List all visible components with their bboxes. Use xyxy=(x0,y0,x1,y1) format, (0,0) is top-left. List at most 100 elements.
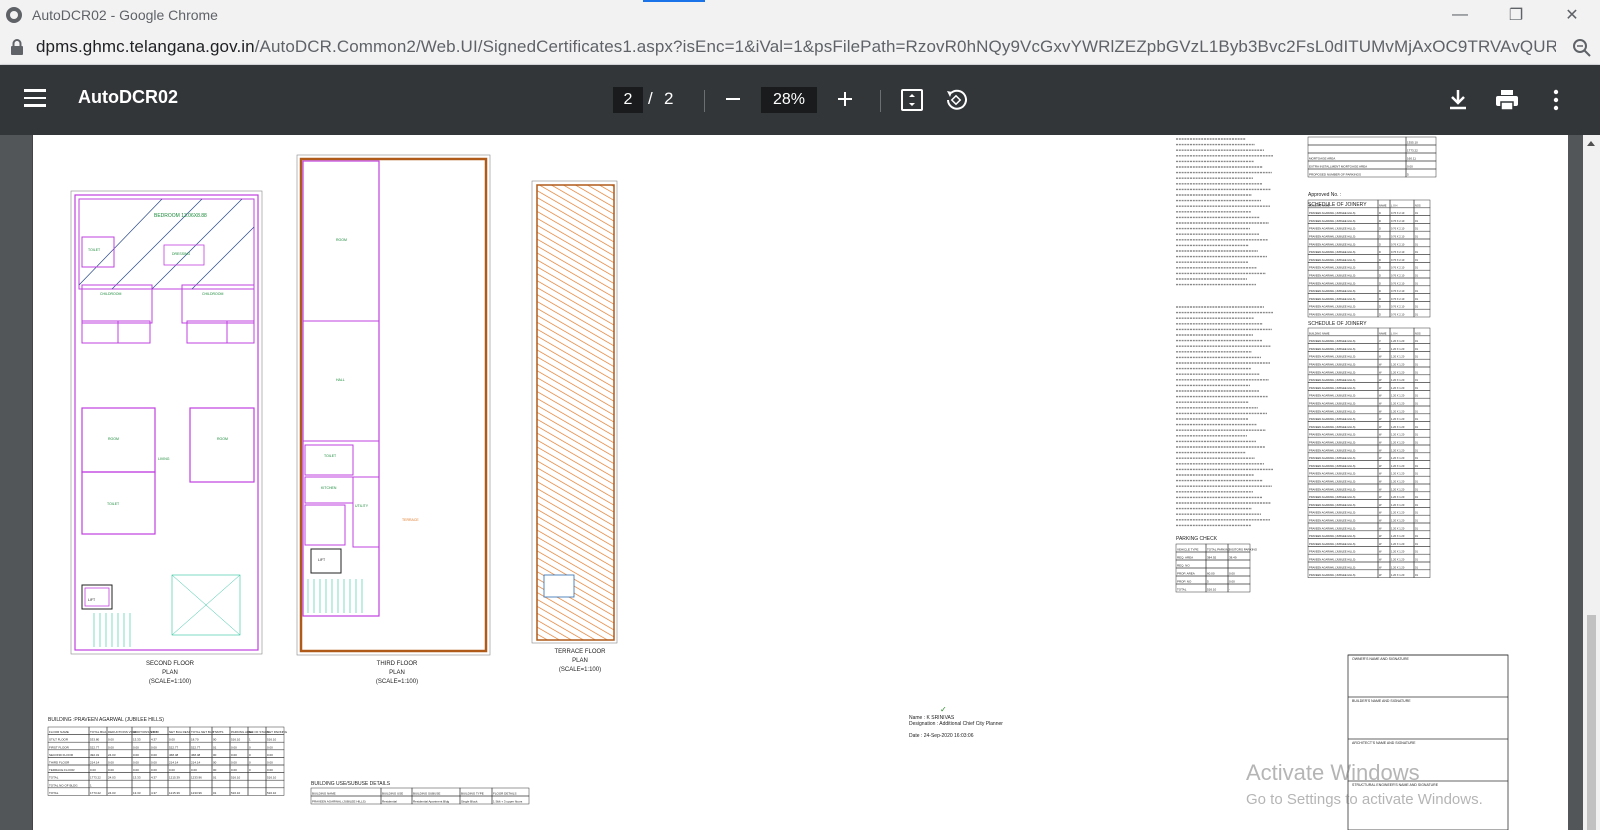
parking-table-cell: 0.00 xyxy=(1229,572,1235,576)
joinery-cell: PRAVEEN AGARWAL (JUBILEE HILLS) xyxy=(1309,235,1356,239)
area-table-cell: 13.33 xyxy=(133,738,141,742)
joinery-cell: PRAVEEN AGARWAL (JUBILEE HILLS) xyxy=(1309,495,1356,499)
joinery-cell: PRAVEEN AGARWAL (JUBILEE HILLS) xyxy=(1309,480,1356,484)
joinery-cell: NAME xyxy=(1379,203,1387,207)
zoom-level-input[interactable]: 28% xyxy=(761,87,817,113)
joinery-cell: 1.20 X 1.20 xyxy=(1391,550,1405,554)
joinery-cell: D xyxy=(1379,305,1381,309)
joinery-cell: PRAVEEN AGARWAL (JUBILEE HILLS) xyxy=(1309,402,1356,406)
parking-table-cell: TOTAL PARKING xyxy=(1207,548,1231,552)
svg-text:TOILET: TOILET xyxy=(324,454,337,458)
zoom-icon[interactable] xyxy=(1572,38,1592,58)
svg-text:(SCALE=1:100): (SCALE=1:100) xyxy=(559,667,601,673)
area-table-cell: 522.77 xyxy=(90,745,100,749)
joinery-cell: PRAVEEN AGARWAL (JUBILEE HILLS) xyxy=(1309,386,1356,390)
joinery-cell: 01 xyxy=(1415,409,1418,413)
page-number-input[interactable]: 2 xyxy=(613,87,643,113)
scrollbar-thumb[interactable] xyxy=(1587,615,1596,830)
summary-table-cell: 0.00 xyxy=(1407,165,1413,169)
joinery-cell: 1.20 X 1.20 xyxy=(1391,363,1405,367)
third-floor-plan: ROOM HALL TOILET KITCHEN UTILITY LIFT TE… xyxy=(296,154,491,685)
joinery-cell: W xyxy=(1379,378,1382,382)
joinery-cell: 1.20 X 1.20 xyxy=(1391,472,1405,476)
joinery-cell: D xyxy=(1379,227,1381,231)
address-bar[interactable]: dpms.ghmc.telangana.gov.in/AutoDCR.Commo… xyxy=(0,30,1600,65)
area-table-cell: 0.00 xyxy=(108,745,114,749)
joinery-cell: 0.76 X 2.10 xyxy=(1391,266,1405,270)
minimize-button[interactable]: — xyxy=(1432,0,1488,30)
print-icon[interactable] xyxy=(1494,87,1520,113)
joinery-cell: NAME xyxy=(1379,331,1387,335)
svg-text:TOILET: TOILET xyxy=(107,502,120,506)
area-table-cell: 468.48 xyxy=(169,753,179,757)
joinery-cell: PRAVEEN AGARWAL (JUBILEE HILLS) xyxy=(1309,250,1356,254)
area-table-cell: 0.00 xyxy=(267,753,273,757)
menu-icon[interactable] xyxy=(24,89,46,109)
joinery-cell: 01 xyxy=(1415,386,1418,390)
joinery-cell: PRAVEEN AGARWAL (JUBILEE HILLS) xyxy=(1309,417,1356,421)
parking-table: PARKING CHECK VEHICLE TYPE TOTAL PARKINGV… xyxy=(1175,536,1258,593)
signature-box-label: BUILDER'S NAME AND SIGNATURE xyxy=(1352,699,1411,703)
more-options-icon[interactable] xyxy=(1543,87,1569,113)
joinery-cell: W xyxy=(1379,565,1382,569)
svg-text:SCHEDULE OF JOINERY: SCHEDULE OF JOINERY xyxy=(1308,321,1367,327)
joinery-cell: W xyxy=(1379,417,1382,421)
area-table-cell: 0.00 xyxy=(151,768,157,772)
svg-text:BEDROOM 13.06X8.88: BEDROOM 13.06X8.88 xyxy=(154,213,207,219)
vertical-scrollbar[interactable] xyxy=(1583,135,1600,830)
area-table-cell: 522.77 xyxy=(169,745,179,749)
joinery-cell: W xyxy=(1379,464,1382,468)
joinery-cell: W xyxy=(1379,487,1382,491)
parking-table-cell: 60.00 xyxy=(1207,572,1215,576)
scroll-up-icon[interactable] xyxy=(1587,141,1595,146)
zoom-out-icon[interactable] xyxy=(722,88,744,110)
joinery-cell: 1.20 X 1.20 xyxy=(1391,456,1405,460)
pdf-viewer[interactable]: BEDROOM 13.06X8.88 TOILET DRESSING CHILD… xyxy=(0,135,1600,830)
joinery-cell: 01 xyxy=(1415,565,1418,569)
usage-table-cell: 1 Stilt + 3 upper floors xyxy=(493,800,523,804)
area-table-cell: 0.00 xyxy=(133,768,139,772)
area-table-cell: TOTAL NO OF BLDG xyxy=(49,783,78,787)
restore-button[interactable]: ❐ xyxy=(1488,0,1544,30)
area-table-cell: 0.00 xyxy=(151,753,157,757)
fit-page-icon[interactable] xyxy=(899,87,925,113)
joinery-cell: 1.20 X 1.20 xyxy=(1391,487,1405,491)
summary-table-cell: MORTGAGE AREA xyxy=(1309,157,1335,161)
download-icon[interactable] xyxy=(1445,87,1471,113)
joinery-cell: L X H xyxy=(1391,331,1398,335)
area-table-cell: 4.37 xyxy=(151,776,157,780)
joinery-cell: D xyxy=(1379,289,1381,293)
joinery-cell: PRAVEEN AGARWAL (JUBILEE HILLS) xyxy=(1309,511,1356,515)
joinery-cell: W xyxy=(1379,550,1382,554)
joinery-cell: W xyxy=(1379,558,1382,562)
close-button[interactable]: ✕ xyxy=(1544,0,1600,30)
lock-icon[interactable] xyxy=(10,39,24,55)
parking-table-cell: 516.10 xyxy=(1207,588,1217,592)
joinery-cell: 01 xyxy=(1415,542,1418,546)
joinery-cell: W xyxy=(1379,503,1382,507)
joinery-cell: 0.76 X 2.10 xyxy=(1391,211,1405,215)
area-table-cell: 0.00 xyxy=(151,745,157,749)
svg-text:Designation : Additional Chief: Designation : Additional Chief City Plan… xyxy=(909,721,1003,727)
area-table-cell: 00 xyxy=(213,738,217,742)
area-table-cell: 24.03 xyxy=(108,791,116,795)
area-table-cell: TNMTS xyxy=(213,730,223,734)
activate-windows-subtitle: Go to Settings to activate Windows. xyxy=(1246,791,1483,808)
area-table-cell: 0.00 xyxy=(231,753,237,757)
joinery-cell: PRAVEEN AGARWAL (JUBILEE HILLS) xyxy=(1309,363,1356,367)
area-table-cell: 516.10 xyxy=(231,776,241,780)
joinery-cell: W xyxy=(1379,542,1382,546)
zoom-in-icon[interactable] xyxy=(834,88,856,110)
area-table-cell: 0 xyxy=(249,768,251,772)
joinery-cell: PRAVEEN AGARWAL (JUBILEE HILLS) xyxy=(1309,370,1356,374)
url-text[interactable]: dpms.ghmc.telangana.gov.in/AutoDCR.Commo… xyxy=(36,37,1556,57)
area-table-cell: 214.14 xyxy=(90,761,100,765)
area-table-cell: 516.10 xyxy=(267,776,277,780)
area-table-cell: 0.00 xyxy=(169,768,175,772)
svg-text:TERRACE FLOOR: TERRACE FLOOR xyxy=(554,649,606,655)
joinery-cell: PRAVEEN AGARWAL (JUBILEE HILLS) xyxy=(1309,339,1356,343)
parking-table-cell: 384.92 xyxy=(1207,556,1217,560)
rotate-icon[interactable] xyxy=(943,87,969,113)
area-table-cell: 1233.96 xyxy=(191,776,202,780)
joinery-cell: PRAVEEN AGARWAL (JUBILEE HILLS) xyxy=(1309,266,1356,270)
